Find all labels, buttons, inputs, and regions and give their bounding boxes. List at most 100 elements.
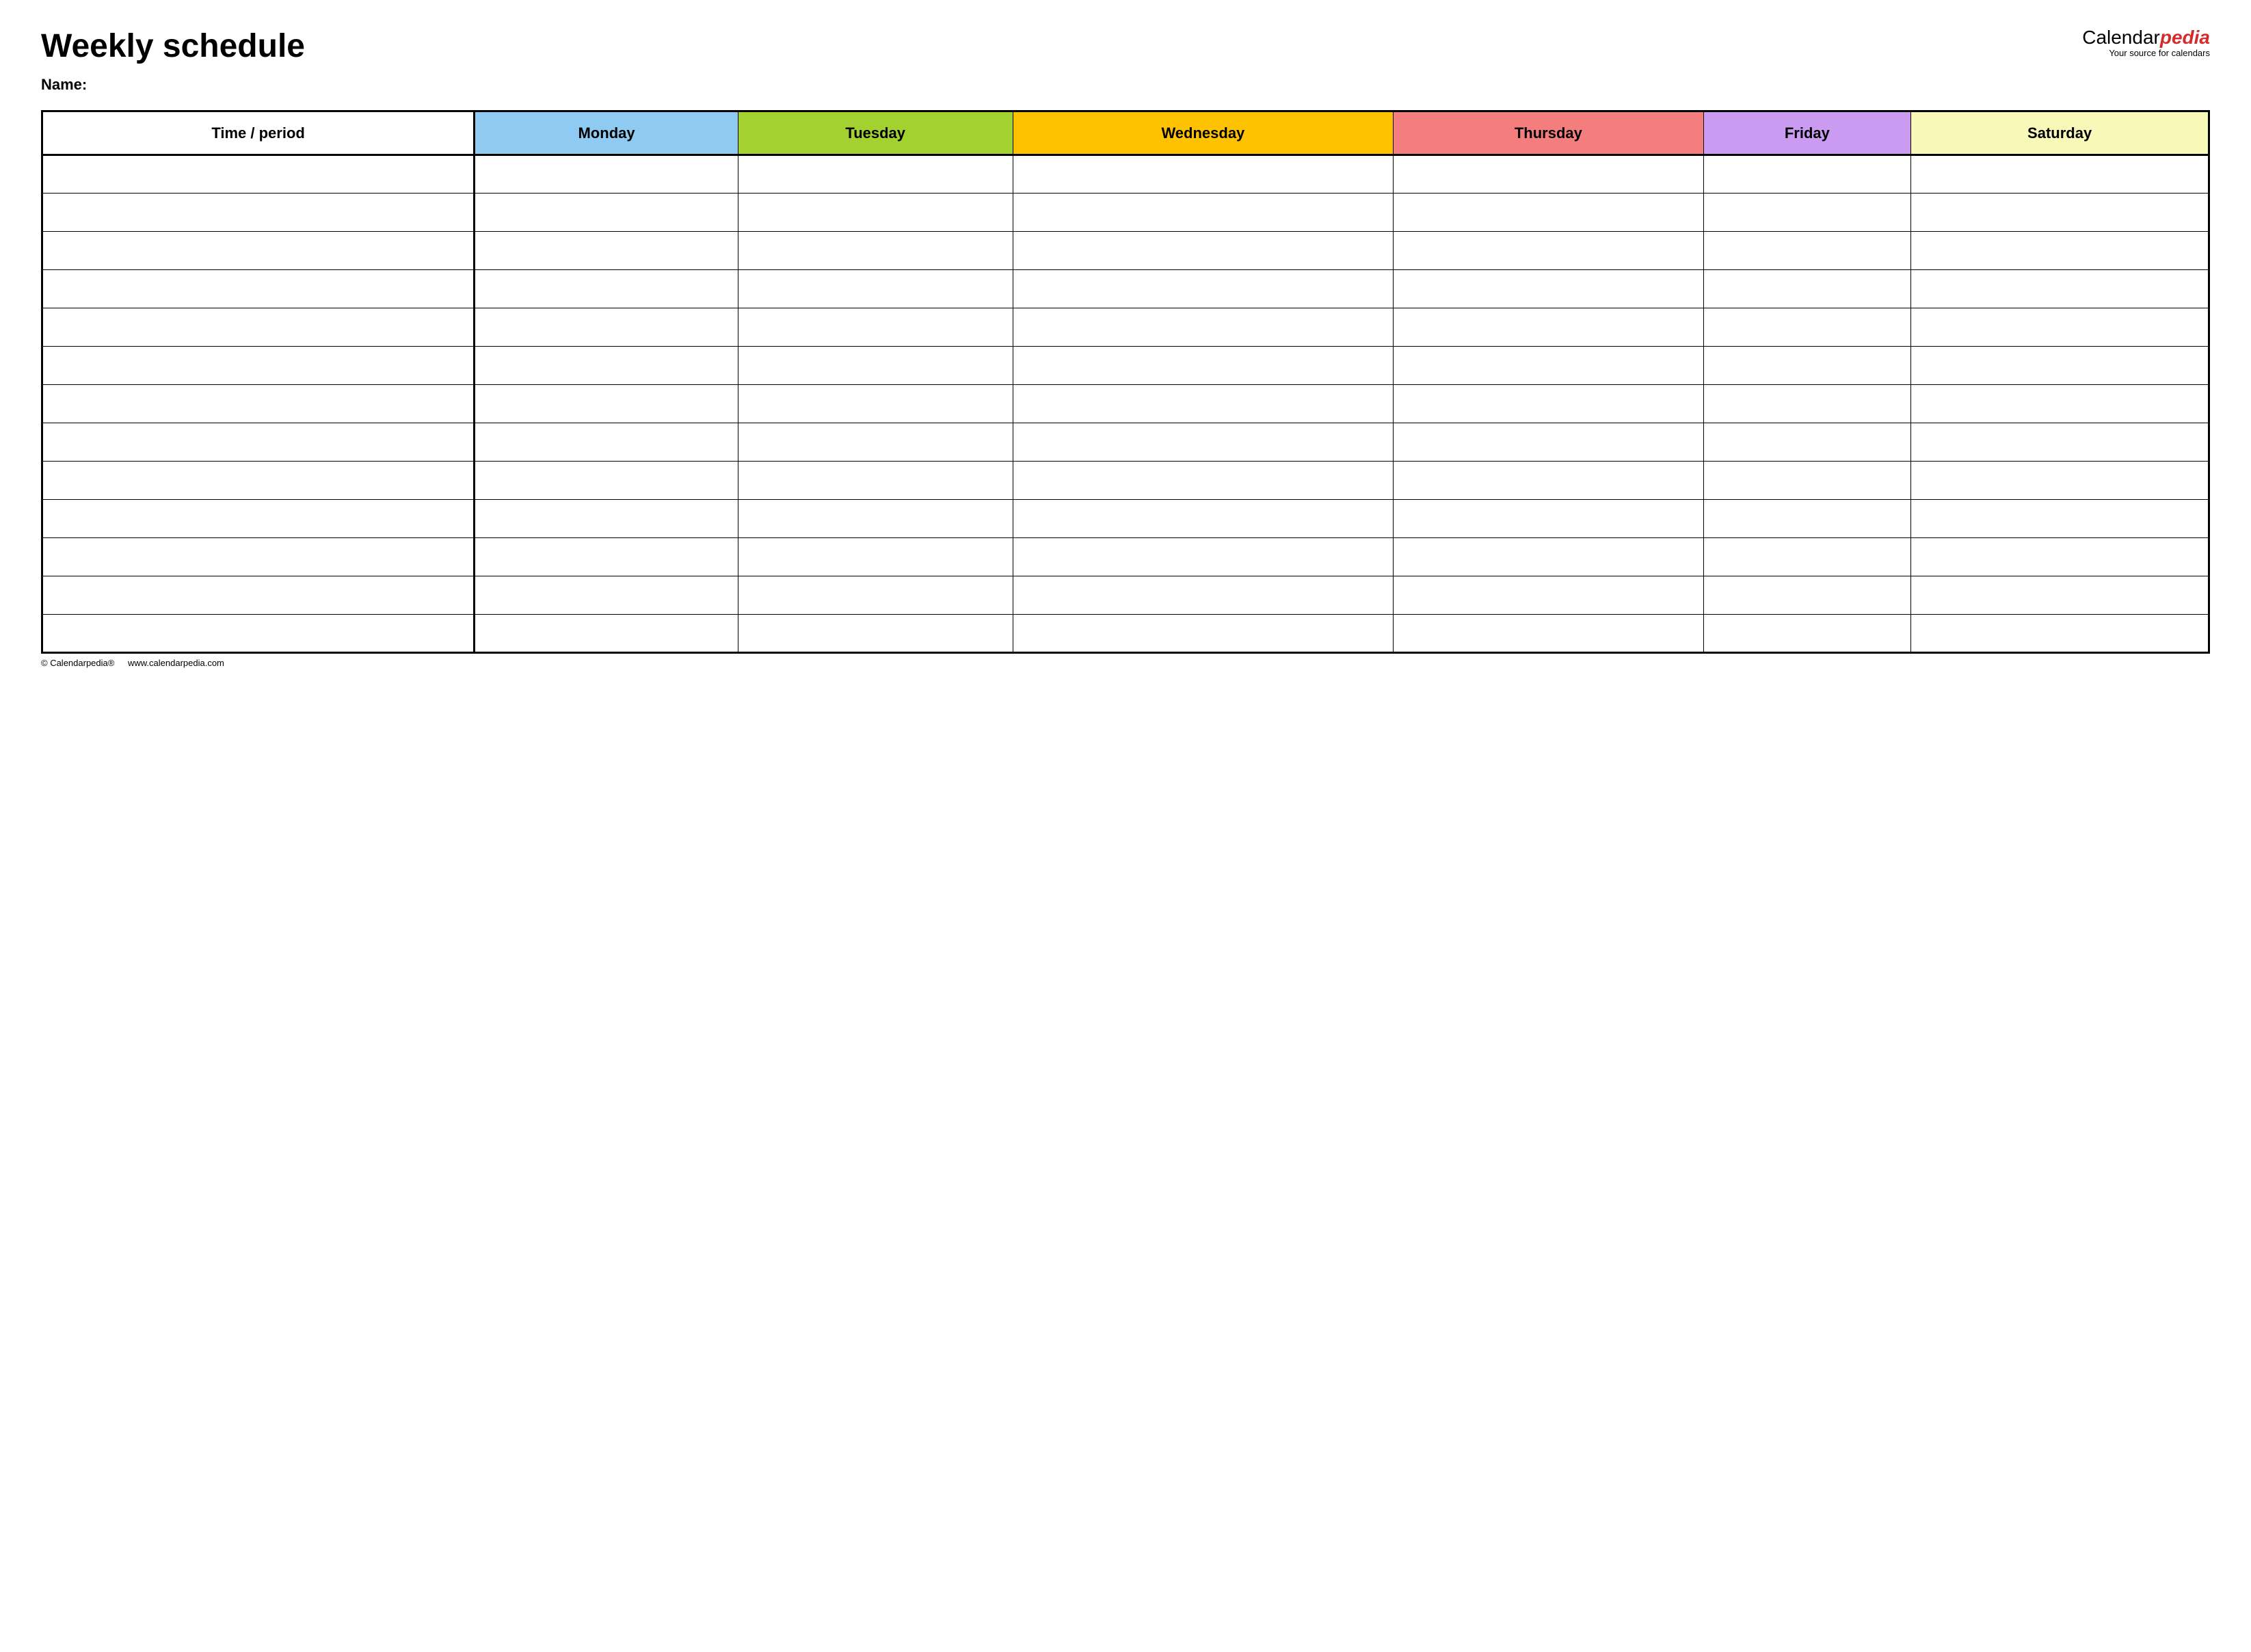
col-time-period: Time / period <box>42 111 475 155</box>
schedule-cell[interactable] <box>1394 347 1703 385</box>
schedule-cell[interactable] <box>1394 232 1703 270</box>
schedule-cell[interactable] <box>738 385 1013 423</box>
schedule-cell[interactable] <box>1703 576 1911 615</box>
schedule-cell[interactable] <box>475 423 738 462</box>
schedule-cell[interactable] <box>1703 347 1911 385</box>
schedule-cell[interactable] <box>738 423 1013 462</box>
schedule-cell[interactable] <box>1394 538 1703 576</box>
schedule-cell[interactable] <box>1394 194 1703 232</box>
schedule-cell[interactable] <box>1703 615 1911 653</box>
time-cell[interactable] <box>42 385 475 423</box>
time-cell[interactable] <box>42 423 475 462</box>
schedule-cell[interactable] <box>475 194 738 232</box>
table-row <box>42 423 2209 462</box>
schedule-cell[interactable] <box>1911 576 2209 615</box>
schedule-cell[interactable] <box>1703 538 1911 576</box>
time-cell[interactable] <box>42 500 475 538</box>
schedule-cell[interactable] <box>475 155 738 194</box>
time-cell[interactable] <box>42 347 475 385</box>
schedule-cell[interactable] <box>1911 385 2209 423</box>
schedule-cell[interactable] <box>1013 462 1394 500</box>
schedule-cell[interactable] <box>1911 500 2209 538</box>
schedule-cell[interactable] <box>1013 232 1394 270</box>
schedule-cell[interactable] <box>738 194 1013 232</box>
schedule-cell[interactable] <box>475 232 738 270</box>
time-cell[interactable] <box>42 232 475 270</box>
name-label: Name: <box>41 76 2210 94</box>
schedule-cell[interactable] <box>1394 462 1703 500</box>
schedule-cell[interactable] <box>738 538 1013 576</box>
schedule-cell[interactable] <box>1911 347 2209 385</box>
schedule-cell[interactable] <box>1013 423 1394 462</box>
schedule-cell[interactable] <box>1703 423 1911 462</box>
schedule-cell[interactable] <box>1703 385 1911 423</box>
time-cell[interactable] <box>42 308 475 347</box>
schedule-cell[interactable] <box>1703 155 1911 194</box>
schedule-cell[interactable] <box>1911 615 2209 653</box>
schedule-cell[interactable] <box>1911 308 2209 347</box>
schedule-cell[interactable] <box>738 462 1013 500</box>
schedule-cell[interactable] <box>475 385 738 423</box>
schedule-cell[interactable] <box>1013 576 1394 615</box>
table-row <box>42 576 2209 615</box>
schedule-cell[interactable] <box>1911 232 2209 270</box>
schedule-cell[interactable] <box>1703 270 1911 308</box>
schedule-cell[interactable] <box>1911 423 2209 462</box>
schedule-cell[interactable] <box>1013 270 1394 308</box>
time-cell[interactable] <box>42 538 475 576</box>
time-cell[interactable] <box>42 155 475 194</box>
schedule-cell[interactable] <box>475 347 738 385</box>
schedule-cell[interactable] <box>1394 155 1703 194</box>
schedule-cell[interactable] <box>475 538 738 576</box>
time-cell[interactable] <box>42 270 475 308</box>
table-row <box>42 615 2209 653</box>
time-cell[interactable] <box>42 576 475 615</box>
table-row <box>42 270 2209 308</box>
schedule-cell[interactable] <box>1703 232 1911 270</box>
schedule-cell[interactable] <box>475 462 738 500</box>
schedule-cell[interactable] <box>475 270 738 308</box>
time-cell[interactable] <box>42 615 475 653</box>
schedule-cell[interactable] <box>1013 155 1394 194</box>
schedule-cell[interactable] <box>1013 385 1394 423</box>
schedule-cell[interactable] <box>1013 347 1394 385</box>
schedule-cell[interactable] <box>1013 538 1394 576</box>
table-header: Time / periodMondayTuesdayWednesdayThurs… <box>42 111 2209 155</box>
schedule-cell[interactable] <box>1013 308 1394 347</box>
schedule-cell[interactable] <box>1911 155 2209 194</box>
schedule-cell[interactable] <box>1911 538 2209 576</box>
schedule-cell[interactable] <box>1703 308 1911 347</box>
schedule-cell[interactable] <box>1703 194 1911 232</box>
schedule-cell[interactable] <box>1394 423 1703 462</box>
schedule-cell[interactable] <box>738 270 1013 308</box>
schedule-cell[interactable] <box>1911 462 2209 500</box>
schedule-cell[interactable] <box>1703 500 1911 538</box>
schedule-cell[interactable] <box>475 308 738 347</box>
schedule-cell[interactable] <box>1013 615 1394 653</box>
schedule-cell[interactable] <box>1394 576 1703 615</box>
schedule-cell[interactable] <box>738 615 1013 653</box>
schedule-cell[interactable] <box>475 615 738 653</box>
schedule-cell[interactable] <box>1911 194 2209 232</box>
schedule-cell[interactable] <box>738 232 1013 270</box>
schedule-cell[interactable] <box>738 308 1013 347</box>
time-cell[interactable] <box>42 194 475 232</box>
page-header: Weekly schedule Calendarpedia Your sourc… <box>41 27 2210 65</box>
schedule-cell[interactable] <box>1703 462 1911 500</box>
schedule-cell[interactable] <box>1013 194 1394 232</box>
schedule-cell[interactable] <box>1394 270 1703 308</box>
schedule-cell[interactable] <box>1013 500 1394 538</box>
schedule-cell[interactable] <box>1394 308 1703 347</box>
schedule-cell[interactable] <box>738 500 1013 538</box>
schedule-cell[interactable] <box>738 155 1013 194</box>
schedule-cell[interactable] <box>1911 270 2209 308</box>
schedule-cell[interactable] <box>475 500 738 538</box>
table-row <box>42 347 2209 385</box>
schedule-cell[interactable] <box>738 576 1013 615</box>
schedule-cell[interactable] <box>475 576 738 615</box>
schedule-cell[interactable] <box>1394 500 1703 538</box>
schedule-cell[interactable] <box>738 347 1013 385</box>
schedule-cell[interactable] <box>1394 385 1703 423</box>
schedule-cell[interactable] <box>1394 615 1703 653</box>
time-cell[interactable] <box>42 462 475 500</box>
